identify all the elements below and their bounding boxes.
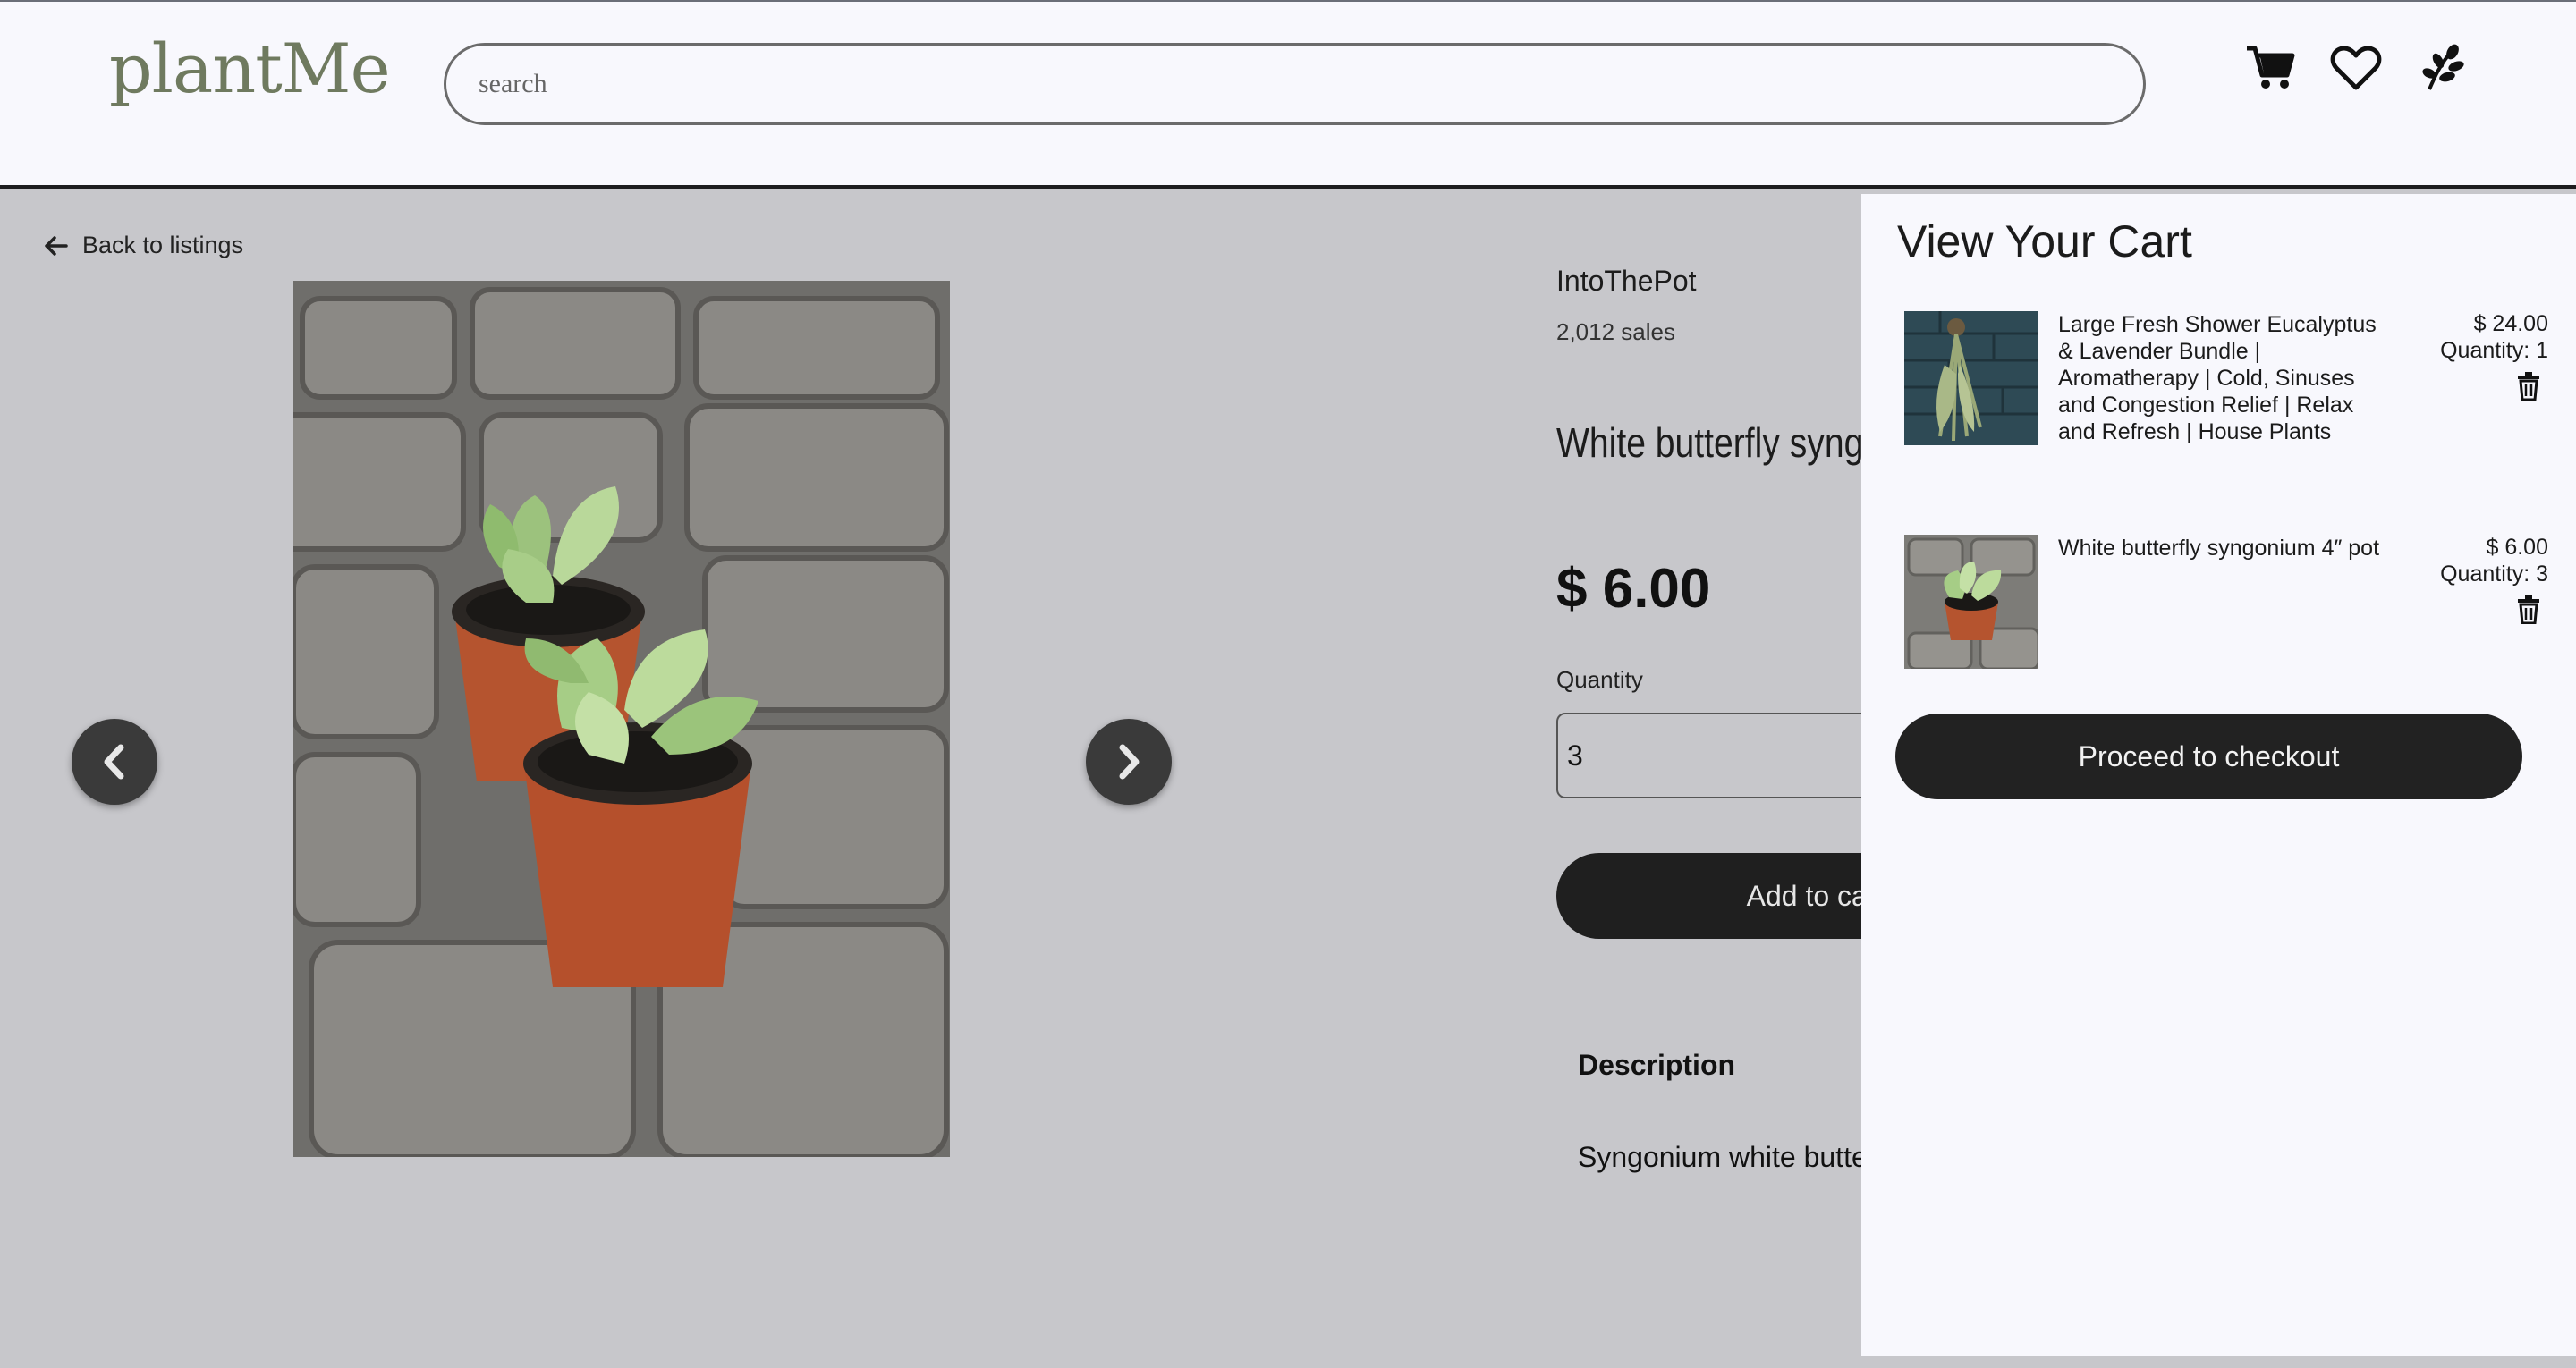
description-heading: Description bbox=[1578, 1049, 1736, 1081]
product-photo bbox=[293, 281, 950, 1157]
heart-icon[interactable] bbox=[2329, 41, 2383, 95]
checkout-button[interactable]: Proceed to checkout bbox=[1895, 714, 2522, 799]
cart-item-thumbnail[interactable] bbox=[1904, 311, 2038, 445]
cart-item-price: $ 24.00 bbox=[2473, 311, 2548, 336]
cart-icon[interactable] bbox=[2243, 41, 2297, 95]
sales-count: 2,012 sales bbox=[1556, 318, 1675, 345]
back-label: Back to listings bbox=[82, 232, 244, 258]
previous-image-button[interactable] bbox=[72, 719, 157, 805]
cart-item-quantity: Quantity: 1 bbox=[2440, 338, 2548, 363]
arrow-left-icon bbox=[45, 235, 68, 256]
site-header: plantMe bbox=[0, 0, 2576, 189]
search-input[interactable] bbox=[444, 43, 2146, 125]
cart-item-name[interactable]: White butterfly syngonium 4″ pot bbox=[2058, 535, 2380, 562]
cart-item: White butterfly syngonium 4″ pot $ 6.00 … bbox=[1904, 535, 2548, 678]
next-image-button[interactable] bbox=[1086, 719, 1172, 805]
trash-icon[interactable] bbox=[2516, 372, 2541, 401]
trash-icon[interactable] bbox=[2516, 595, 2541, 625]
cart-title: View Your Cart bbox=[1897, 216, 2192, 266]
cart-item: Large Fresh Shower Eucalyptus & Lavender… bbox=[1904, 311, 2548, 472]
cart-item-name[interactable]: Large Fresh Shower Eucalyptus & Lavender… bbox=[2058, 311, 2380, 445]
back-to-listings-link[interactable]: Back to listings bbox=[43, 232, 243, 259]
cart-drawer: View Your Cart Large Fresh Shower Eucaly… bbox=[1861, 194, 2576, 1356]
chevron-right-icon bbox=[1119, 744, 1140, 780]
product-price: $ 6.00 bbox=[1556, 558, 1711, 620]
quantity-input[interactable] bbox=[1556, 713, 1914, 798]
cart-item-thumbnail[interactable] bbox=[1904, 535, 2038, 669]
shop-name[interactable]: IntoThePot bbox=[1556, 265, 1697, 298]
chevron-left-icon bbox=[104, 744, 124, 780]
quantity-label: Quantity bbox=[1556, 666, 1643, 693]
cart-item-price: $ 6.00 bbox=[2486, 535, 2548, 560]
logo[interactable]: plantMe bbox=[109, 29, 391, 108]
plant-icon[interactable] bbox=[2415, 41, 2469, 95]
cart-item-quantity: Quantity: 3 bbox=[2440, 562, 2548, 587]
